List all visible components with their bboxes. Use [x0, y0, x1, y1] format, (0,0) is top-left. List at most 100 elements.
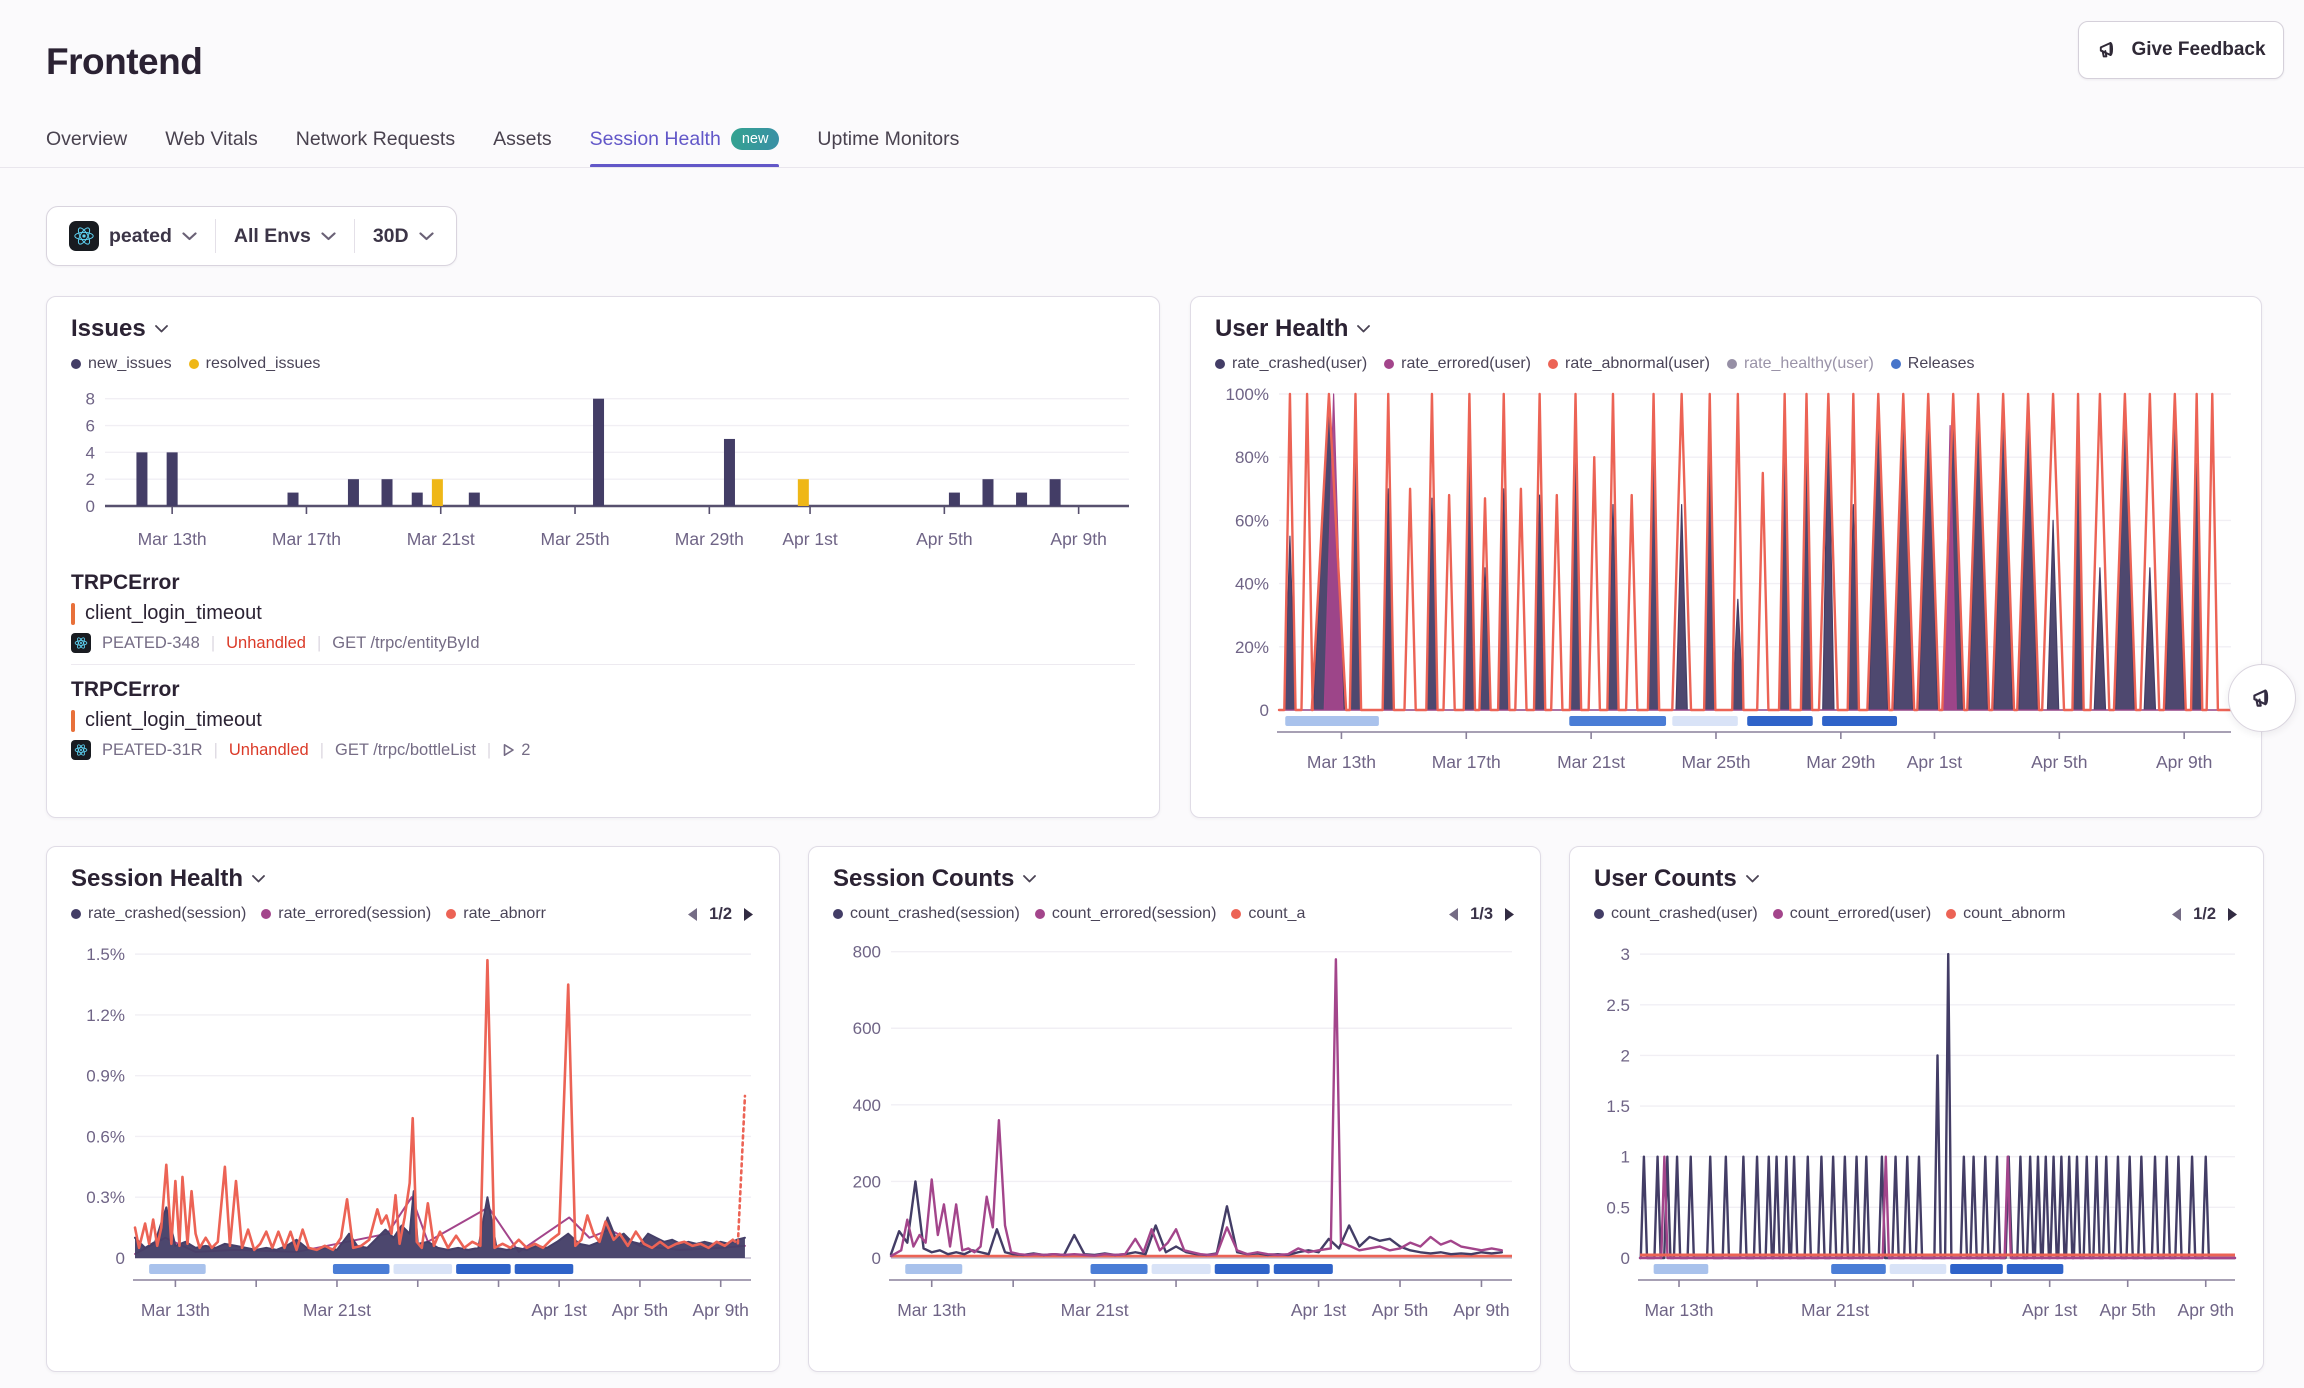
user-health-panel-title[interactable]: User Health	[1215, 315, 2237, 343]
svg-text:Mar 13th: Mar 13th	[897, 1300, 966, 1320]
issues-chart[interactable]: 02468Mar 13thMar 17thMar 21stMar 25thMar…	[71, 382, 1137, 558]
date-range-filter-value: 30D	[373, 225, 409, 248]
issue-message-text: client_login_timeout	[85, 709, 262, 732]
svg-text:Apr 1st: Apr 1st	[1907, 752, 1963, 772]
svg-text:200: 200	[853, 1172, 881, 1191]
legend-dot	[1773, 909, 1783, 919]
legend-dot	[71, 359, 81, 369]
react-project-icon	[71, 740, 91, 760]
tab-label: Assets	[493, 128, 552, 151]
issues-panel: Issues new_issuesresolved_issues 02468Ma…	[46, 296, 1160, 818]
tab-uptime-monitors[interactable]: Uptime Monitors	[817, 116, 959, 168]
user-counts-legend-row: count_crashed(user) count_errored(user) co…	[1594, 902, 2239, 926]
legend-item-rate_healthy-user-[interactable]: rate_healthy(user)	[1727, 355, 1874, 373]
pager-next-icon[interactable]	[2227, 907, 2239, 922]
user-counts-chart[interactable]: 00.511.522.53Mar 13thMar 21stApr 1stApr …	[1594, 932, 2241, 1356]
tab-web-vitals[interactable]: Web Vitals	[165, 116, 258, 168]
project-filter[interactable]: peated	[51, 207, 215, 265]
svg-text:Apr 1st: Apr 1st	[782, 529, 838, 549]
legend-item-count_errored-session-[interactable]: count_errored(session)	[1035, 905, 1217, 923]
session-health-chart[interactable]: 00.3%0.6%0.9%1.2%1.5%Mar 13thMar 21stApr…	[71, 932, 757, 1356]
legend-item-resolved_issues[interactable]: resolved_issues	[189, 355, 321, 373]
tab-assets[interactable]: Assets	[493, 116, 552, 168]
issue-transaction: GET /trpc/bottleList	[335, 741, 476, 760]
pager-next-icon[interactable]	[743, 907, 755, 922]
legend-item-rate_crashed-session-[interactable]: rate_crashed(session)	[71, 905, 246, 923]
svg-text:Mar 21st: Mar 21st	[303, 1300, 371, 1320]
svg-text:Mar 21st: Mar 21st	[1557, 752, 1625, 772]
give-feedback-button[interactable]: Give Feedback	[2078, 21, 2284, 79]
floating-feedback-button[interactable]	[2228, 664, 2296, 732]
svg-text:Mar 17th: Mar 17th	[272, 529, 341, 549]
svg-text:Mar 29th: Mar 29th	[675, 529, 744, 549]
date-range-filter[interactable]: 30D	[355, 207, 452, 265]
svg-text:Apr 9th: Apr 9th	[692, 1300, 748, 1320]
svg-text:Apr 1st: Apr 1st	[531, 1300, 587, 1320]
svg-text:Apr 1st: Apr 1st	[2022, 1300, 2078, 1320]
tab-overview[interactable]: Overview	[46, 116, 127, 168]
session-counts-legend: count_crashed(session) count_errored(sess…	[833, 905, 1430, 923]
legend-label: rate_crashed(session)	[88, 905, 246, 923]
legend-dot	[1891, 359, 1901, 369]
session-counts-chart[interactable]: 0200400600800Mar 13thMar 21stApr 1stApr …	[833, 932, 1518, 1356]
legend-item-rate_crashed-user-[interactable]: rate_crashed(user)	[1215, 355, 1367, 373]
replay-count[interactable]: 2	[502, 741, 530, 760]
tab-network-requests[interactable]: Network Requests	[296, 116, 455, 168]
tab-bar: Overview Web Vitals Network Requests Assets…	[46, 116, 959, 168]
svg-text:Apr 5th: Apr 5th	[916, 529, 972, 549]
legend-label: count_crashed(session)	[850, 905, 1020, 923]
legend-item-rate_errored-user-[interactable]: rate_errored(user)	[1384, 355, 1531, 373]
legend-dot	[833, 909, 843, 919]
legend-item-new_issues[interactable]: new_issues	[71, 355, 172, 373]
session-health-panel-title[interactable]: Session Health	[71, 865, 755, 893]
session-health-legend: rate_crashed(session) rate_errored(sessio…	[71, 905, 669, 923]
environment-filter[interactable]: All Envs	[216, 207, 354, 265]
user-health-title-text: User Health	[1215, 315, 1348, 343]
svg-text:Mar 13th: Mar 13th	[138, 529, 207, 549]
legend-item-count_errored-user-[interactable]: count_errored(user)	[1773, 905, 1931, 923]
legend-label: count_crashed(user)	[1611, 905, 1758, 923]
tabbar-divider	[0, 167, 2304, 168]
legend-label: count_abnorm	[1963, 905, 2065, 923]
user-health-chart[interactable]: 020%40%60%80%100%Mar 13thMar 17thMar 21s…	[1215, 382, 2239, 802]
issue-message-link[interactable]: client_login_timeout	[71, 709, 1135, 732]
issue-message-link[interactable]: client_login_timeout	[71, 602, 1135, 625]
svg-text:Mar 17th: Mar 17th	[1432, 752, 1501, 772]
environment-filter-value: All Envs	[234, 225, 311, 248]
svg-text:800: 800	[853, 943, 881, 962]
legend-label: rate_crashed(user)	[1232, 355, 1367, 373]
tab-label: Overview	[46, 128, 127, 151]
session-counts-panel-title[interactable]: Session Counts	[833, 865, 1516, 893]
legend-item-count_crashed-session-[interactable]: count_crashed(session)	[833, 905, 1020, 923]
svg-text:Apr 1st: Apr 1st	[1291, 1300, 1347, 1320]
pager-prev-icon[interactable]	[2170, 907, 2182, 922]
pager-prev-icon[interactable]	[686, 907, 698, 922]
pager-prev-icon[interactable]	[1447, 907, 1459, 922]
svg-text:1.5: 1.5	[1606, 1097, 1630, 1116]
svg-text:Apr 5th: Apr 5th	[1372, 1300, 1428, 1320]
legend-pager: 1/2	[686, 905, 755, 924]
legend-item-rate_abnorr[interactable]: rate_abnorr	[446, 905, 546, 923]
legend-item-count_crashed-user-[interactable]: count_crashed(user)	[1594, 905, 1758, 923]
session-health-legend-row: rate_crashed(session) rate_errored(sessio…	[71, 902, 755, 926]
legend-label: rate_healthy(user)	[1744, 355, 1874, 373]
tab-session-health[interactable]: Session Healthnew	[590, 116, 780, 168]
legend-pager: 1/3	[1447, 905, 1516, 924]
user-counts-panel-title[interactable]: User Counts	[1594, 865, 2239, 893]
meta-separator: |	[211, 634, 215, 653]
issue-row[interactable]: TRPCError client_login_timeout PEATED-34…	[71, 558, 1135, 664]
legend-dot	[1035, 909, 1045, 919]
legend-item-count_a[interactable]: count_a	[1231, 905, 1305, 923]
svg-text:0: 0	[1260, 701, 1269, 720]
tab-label: Uptime Monitors	[817, 128, 959, 151]
issue-row[interactable]: TRPCError client_login_timeout PEATED-31…	[71, 664, 1135, 771]
issues-panel-title[interactable]: Issues	[71, 315, 1135, 343]
legend-item-count_abnorm[interactable]: count_abnorm	[1946, 905, 2065, 923]
pager-next-icon[interactable]	[1504, 907, 1516, 922]
legend-item-Releases[interactable]: Releases	[1891, 355, 1975, 373]
legend-label: Releases	[1908, 355, 1975, 373]
legend-label: rate_errored(session)	[278, 905, 431, 923]
legend-item-rate_abnormal-user-[interactable]: rate_abnormal(user)	[1548, 355, 1710, 373]
session-health-title-text: Session Health	[71, 865, 243, 893]
legend-item-rate_errored-session-[interactable]: rate_errored(session)	[261, 905, 431, 923]
